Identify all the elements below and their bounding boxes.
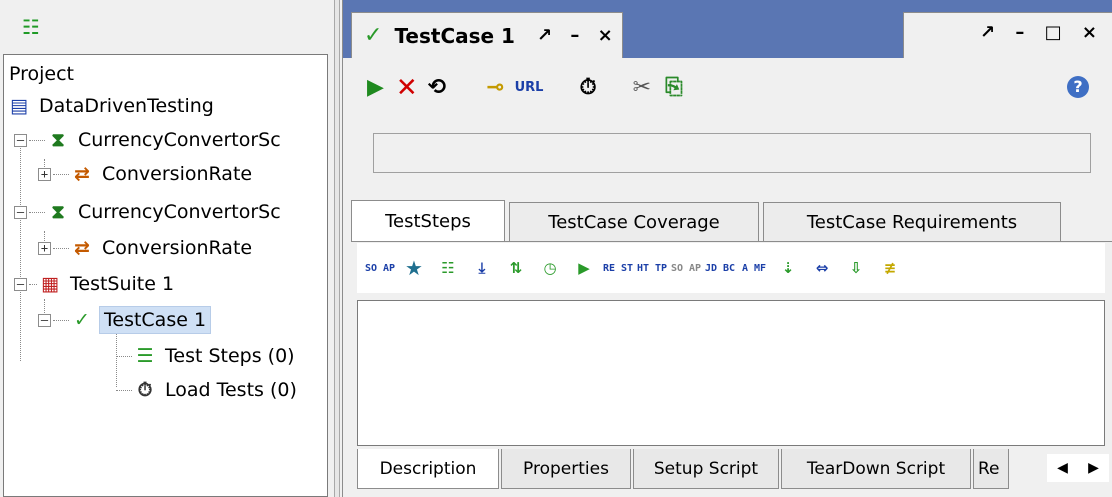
operation-icon: ⇄ xyxy=(74,237,90,259)
tree-item-project[interactable]: Project xyxy=(6,57,77,91)
collapse-icon[interactable]: – xyxy=(14,277,27,291)
add-star-step-icon[interactable]: ★ xyxy=(397,258,431,278)
loadtest-icon: ⏱ xyxy=(137,379,153,401)
tab-testcase-coverage[interactable]: TestCase Coverage xyxy=(509,202,759,242)
tab-properties[interactable]: Properties xyxy=(501,449,631,489)
tree-item-interface-2[interactable]: – ⧗ CurrencyConvertorSc xyxy=(14,195,284,229)
tree-item-label: ConversionRate xyxy=(102,163,253,185)
tree-item-interface-1[interactable]: – ⧗ CurrencyConvertorSc xyxy=(14,123,284,157)
tree-item-label: Test Steps (0) xyxy=(165,345,295,367)
help-icon[interactable]: ? xyxy=(1067,76,1089,98)
bottom-tabs: Description Properties Setup Script Tear… xyxy=(357,449,1112,489)
add-datasource-step-icon[interactable]: ⇣ xyxy=(771,260,805,275)
interface-icon: ⧗ xyxy=(51,129,65,151)
add-rest-step-icon[interactable]: RE ST xyxy=(601,262,635,275)
tree-connector xyxy=(53,319,69,321)
add-amf-step-icon[interactable]: A MF xyxy=(737,262,771,275)
tree-item-label: CurrencyConvertorSc xyxy=(78,129,281,151)
tree-connector xyxy=(29,211,45,213)
editor-titlebar: ✓ TestCase 1 ↗ – × ↗ – □ × xyxy=(343,0,1112,58)
scroll-left-icon[interactable]: ◀ xyxy=(1057,460,1068,476)
tree-connector xyxy=(29,139,45,141)
add-mock-soap-step-icon[interactable]: SO AP xyxy=(669,262,703,275)
timer-icon[interactable]: ⏱ xyxy=(579,76,596,100)
document-tab-title: TestCase 1 xyxy=(394,23,515,48)
add-properties-step-icon[interactable]: ☷ xyxy=(431,260,465,275)
url-button[interactable]: URL xyxy=(515,76,544,100)
tree-item-datadriventesting[interactable]: ▤ DataDrivenTesting xyxy=(8,89,217,123)
tree-item-loadtests[interactable]: ⏱ Load Tests (0) xyxy=(116,373,300,407)
interface-icon: ⧗ xyxy=(51,201,65,223)
testcase-icon: ✓ xyxy=(74,309,90,331)
tree-item-label: TestCase 1 xyxy=(99,306,212,334)
export-icon[interactable]: ⎘ xyxy=(665,76,683,100)
add-soap-step-icon[interactable]: SO AP xyxy=(363,262,397,275)
tree-item-teststeps[interactable]: ☰ Test Steps (0) xyxy=(116,339,298,373)
options-icon[interactable]: ✂ xyxy=(633,76,651,100)
tab-requirements-truncated[interactable]: Re xyxy=(973,449,1009,489)
tree-connector xyxy=(116,389,132,391)
editor-tabs: TestSteps TestCase Coverage TestCase Req… xyxy=(351,200,1111,242)
tab-teardown-script[interactable]: TearDown Script xyxy=(781,449,971,489)
add-transfer-step-icon[interactable]: ⤓ xyxy=(465,260,499,275)
tree-connector xyxy=(29,283,37,285)
collapse-icon[interactable]: – xyxy=(14,205,27,219)
cancel-icon[interactable]: ✕ xyxy=(396,75,418,101)
testcase-icon: ✓ xyxy=(364,23,383,48)
add-run-testcase-step-icon[interactable]: ▶ xyxy=(567,260,601,275)
add-jdbc-step-icon[interactable]: JD BC xyxy=(703,262,737,275)
navigator-toolbar: ☷ xyxy=(0,0,334,52)
tree-connector xyxy=(116,355,132,357)
operation-icon: ⇄ xyxy=(74,163,90,185)
tree-toggle-icon[interactable]: ☷ xyxy=(22,17,44,37)
tree-item-label: Project xyxy=(9,63,75,85)
run-icon[interactable]: ▶ xyxy=(367,76,384,100)
tree-item-label: CurrencyConvertorSc xyxy=(78,201,281,223)
tree-item-testsuite[interactable]: – ▦ TestSuite 1 xyxy=(14,267,177,301)
tree-item-operation-1[interactable]: + ⇄ ConversionRate xyxy=(38,157,255,191)
add-datasink-step-icon[interactable]: ⇩ xyxy=(839,260,873,275)
progress-bar xyxy=(373,133,1091,173)
project-tree: Project ▤ DataDrivenTesting – ⧗ Currency… xyxy=(3,54,328,497)
tree-item-label: DataDrivenTesting xyxy=(39,95,214,117)
collapse-icon[interactable]: – xyxy=(38,313,51,327)
collapse-icon[interactable]: – xyxy=(14,133,27,147)
tree-item-label: Load Tests (0) xyxy=(165,379,297,401)
teststeps-toolbar: SO AP ★ ☷ ⤓ ⇅ ◷ ▶ RE ST HT TP SO AP JD B… xyxy=(357,243,1105,293)
tab-scroll-controls: ◀ ▶ xyxy=(1047,454,1109,482)
add-http-step-icon[interactable]: HT TP xyxy=(635,262,669,275)
tab-setup-script[interactable]: Setup Script xyxy=(633,449,779,489)
testsuite-icon: ▦ xyxy=(41,273,59,295)
tab-description[interactable]: Description xyxy=(357,449,499,489)
tab-divider xyxy=(351,241,1112,242)
scroll-right-icon[interactable]: ▶ xyxy=(1088,460,1099,476)
tab-testcase-requirements[interactable]: TestCase Requirements xyxy=(763,202,1061,242)
expand-icon[interactable]: + xyxy=(38,167,51,181)
tree-guide-line xyxy=(20,141,21,361)
tab-controls[interactable]: ↗ – × xyxy=(537,25,619,46)
tree-item-testcase[interactable]: – ✓ TestCase 1 xyxy=(38,303,212,337)
credentials-icon[interactable]: ⊸ xyxy=(486,76,504,100)
tree-item-label: TestSuite 1 xyxy=(70,273,175,295)
loop-icon[interactable]: ⟲ xyxy=(428,76,446,100)
teststeps-icon: ☰ xyxy=(136,345,154,367)
teststeps-list[interactable] xyxy=(357,300,1105,446)
add-goto-step-icon[interactable]: ⇅ xyxy=(499,260,533,275)
document-tab[interactable]: ✓ TestCase 1 ↗ – × xyxy=(351,12,623,58)
tab-teststeps[interactable]: TestSteps xyxy=(351,200,505,242)
add-conditional-step-icon[interactable]: ≢ xyxy=(873,260,907,275)
expand-icon[interactable]: + xyxy=(38,241,51,255)
window-controls[interactable]: ↗ – □ × xyxy=(903,12,1112,58)
project-icon: ▤ xyxy=(10,95,28,117)
editor-toolbar: ▶ ✕ ⟲ ⊸ URL ⏱ ✂ ⎘ ? xyxy=(343,58,1112,118)
tree-item-label: ConversionRate xyxy=(102,237,253,259)
add-dataloop-step-icon[interactable]: ⇔ xyxy=(805,260,839,275)
panel-splitter[interactable] xyxy=(334,0,340,497)
tree-item-operation-2[interactable]: + ⇄ ConversionRate xyxy=(38,231,255,265)
testcase-editor: ✓ TestCase 1 ↗ – × ↗ – □ × ▶ ✕ ⟲ ⊸ URL ⏱… xyxy=(342,0,1112,497)
navigator-panel: ☷ Project ▤ DataDrivenTesting – ⧗ Curren… xyxy=(0,0,334,497)
tree-connector xyxy=(53,247,69,249)
tree-connector xyxy=(53,173,69,175)
add-delay-step-icon[interactable]: ◷ xyxy=(533,260,567,275)
